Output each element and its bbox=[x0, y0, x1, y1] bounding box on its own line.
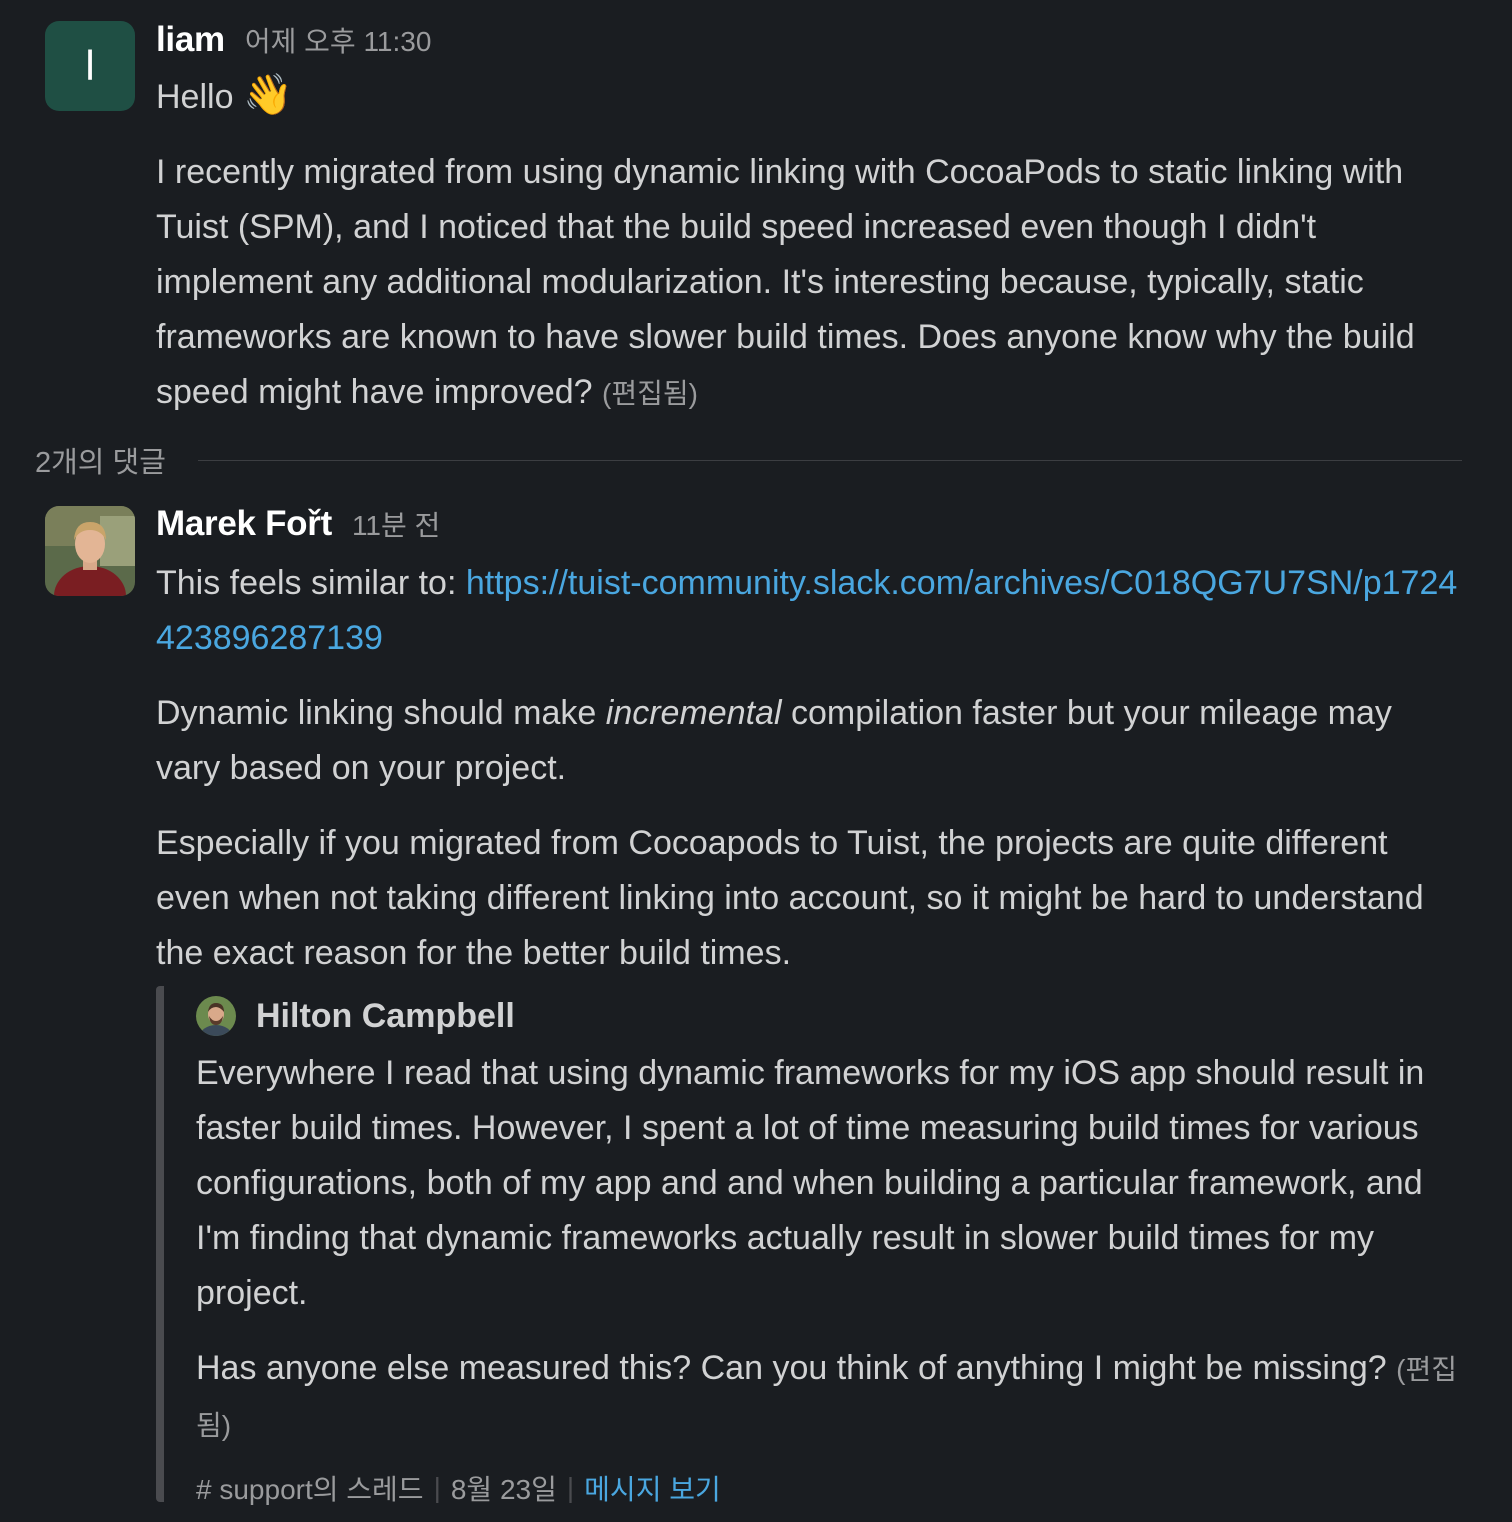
emphasis-text: incremental bbox=[605, 694, 782, 732]
paragraph-text: Everywhere I read that using dynamic fra… bbox=[196, 1054, 1425, 1312]
paragraph-text: This feels similar to: bbox=[156, 564, 466, 602]
edited-label: (편집됨) bbox=[602, 378, 698, 409]
paragraph-text: Especially if you migrated from Cocoapod… bbox=[156, 824, 1424, 972]
quote-paragraph: Everywhere I read that using dynamic fra… bbox=[196, 1046, 1464, 1321]
message-body: This feels similar to: https://tuist-com… bbox=[156, 556, 1464, 981]
message-paragraph: This feels similar to: https://tuist-com… bbox=[156, 556, 1464, 666]
replies-divider: 2개의 댓글 bbox=[35, 438, 1462, 482]
quote-body: Everywhere I read that using dynamic fra… bbox=[196, 1046, 1464, 1453]
message-header: Marek Fořt 11분 전 bbox=[156, 504, 1464, 548]
shared-message-quote[interactable]: Hilton Campbell Everywhere I read that u… bbox=[156, 986, 1464, 1505]
message-header: liam 어제 오후 11:30 bbox=[156, 20, 1464, 64]
avatar-marek[interactable] bbox=[45, 506, 135, 596]
divider-line bbox=[197, 459, 1462, 461]
author-name[interactable]: liam bbox=[156, 20, 225, 60]
avatar-letter: l bbox=[85, 42, 95, 89]
thread-channel-link[interactable]: # support의 스레드 bbox=[196, 1468, 424, 1508]
waving-hand-icon: 👋 bbox=[242, 73, 293, 117]
greeting-line: Hello 👋 bbox=[156, 68, 1464, 125]
paragraph-text: Has anyone else measured this? Can you t… bbox=[196, 1349, 1387, 1387]
quote-author-name[interactable]: Hilton Campbell bbox=[256, 997, 515, 1036]
separator: | bbox=[433, 1472, 441, 1503]
avatar-hilton[interactable] bbox=[196, 996, 236, 1036]
avatar-photo-icon bbox=[196, 996, 236, 1036]
quote-header: Hilton Campbell bbox=[196, 986, 1464, 1046]
replies-count[interactable]: 2개의 댓글 bbox=[35, 439, 166, 481]
message-paragraph: I recently migrated from using dynamic l… bbox=[156, 145, 1464, 421]
avatar-liam[interactable]: l bbox=[45, 21, 135, 111]
paragraph-text: Dynamic linking should make bbox=[156, 694, 606, 732]
quote-date[interactable]: 8월 23일 bbox=[451, 1468, 557, 1508]
message-paragraph: Dynamic linking should make incremental … bbox=[156, 686, 1464, 796]
avatar-photo-icon bbox=[45, 506, 135, 596]
message-paragraph-text: I recently migrated from using dynamic l… bbox=[156, 153, 1415, 411]
message-liam: l liam 어제 오후 11:30 Hello 👋 I recently mi… bbox=[0, 0, 1512, 420]
quote-footer: # support의 스레드 | 8월 23일 | 메시지 보기 bbox=[196, 1463, 1464, 1513]
message-paragraph: Especially if you migrated from Cocoapod… bbox=[156, 816, 1464, 981]
view-message-link[interactable]: 메시지 보기 bbox=[584, 1468, 721, 1508]
message-body: Hello 👋 I recently migrated from using d… bbox=[156, 68, 1464, 421]
greeting-text: Hello bbox=[156, 78, 234, 116]
quote-paragraph: Has anyone else measured this? Can you t… bbox=[196, 1341, 1464, 1453]
separator: | bbox=[566, 1472, 575, 1503]
timestamp[interactable]: 11분 전 bbox=[352, 504, 440, 544]
author-name[interactable]: Marek Fořt bbox=[156, 504, 332, 544]
timestamp[interactable]: 어제 오후 11:30 bbox=[245, 20, 432, 60]
